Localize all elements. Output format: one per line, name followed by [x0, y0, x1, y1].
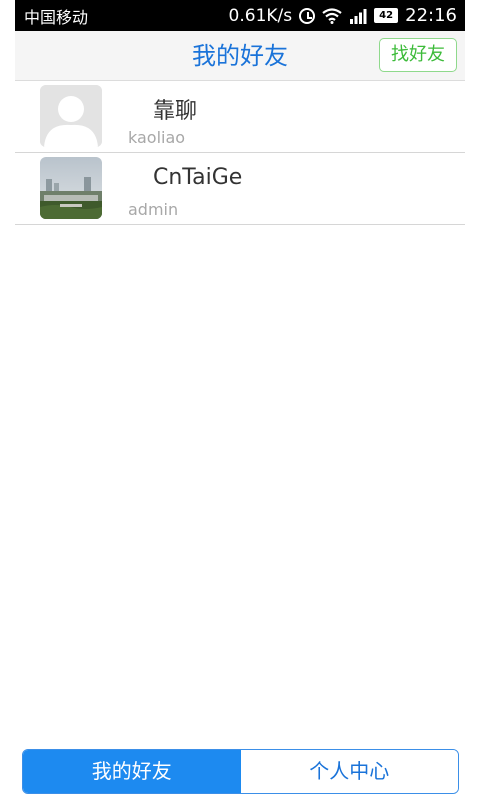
friend-name: CnTaiGe [153, 165, 243, 190]
status-bar: 中国移动 0.61K/s 42 22:16 [15, 0, 465, 31]
signal-icon [350, 8, 367, 24]
friend-list: 靠聊 kaoliao CnTaiGe admin [15, 81, 465, 225]
alarm-icon [299, 7, 316, 24]
title-bar: 我的好友 找好友 [15, 31, 465, 81]
status-indicators: 0.61K/s 42 22:16 [229, 5, 457, 26]
find-friends-button[interactable]: 找好友 [379, 38, 457, 72]
friend-name: 靠聊 [153, 99, 198, 124]
network-speed: 0.61K/s [228, 5, 293, 26]
tab-personal-center[interactable]: 个人中心 [240, 750, 458, 793]
default-avatar-icon [40, 85, 102, 147]
wifi-icon [322, 7, 342, 24]
friend-account: admin [128, 200, 179, 219]
battery-icon: 42 [374, 8, 399, 23]
clock: 22:16 [405, 5, 457, 26]
tab-my-friends[interactable]: 我的好友 [23, 750, 241, 793]
friend-account: kaoliao [128, 128, 186, 147]
bottom-tab-bar: 我的好友 个人中心 [22, 749, 459, 794]
friend-row[interactable]: 靠聊 kaoliao [15, 81, 465, 153]
app-screen: 中国移动 0.61K/s 42 22:16 我的好友 找好友 靠聊 kaolia… [0, 0, 480, 800]
friend-row[interactable]: CnTaiGe admin [15, 153, 465, 225]
carrier-label: 中国移动 [24, 7, 89, 27]
photo-avatar [40, 157, 102, 219]
